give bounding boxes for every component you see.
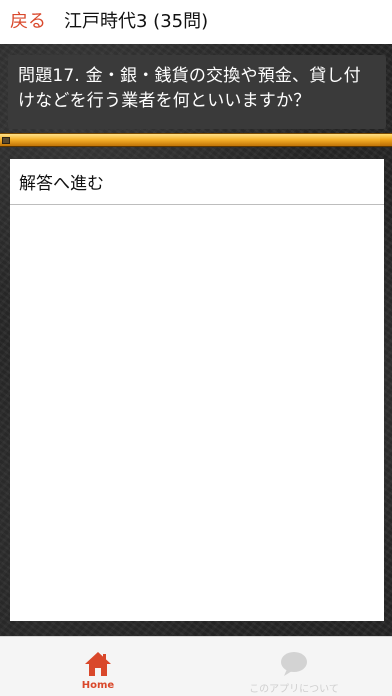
proceed-to-answer-label: 解答へ進む [19,174,104,194]
tab-about-label: このアプリについて [249,684,339,695]
app-screen: 戻る 江戸時代3 (35問) 問題17. 金・銀・銭貨の交換や預金、貸し付けなど… [0,0,392,696]
tab-home[interactable]: Home [0,637,196,696]
question-card: 問題17. 金・銀・銭貨の交換や預金、貸し付けなどを行う業者を何といいますか？ [8,55,386,129]
bottom-tab-bar: Home このアプリについて [0,636,392,696]
progress-fill [0,134,381,146]
answer-panel: 解答へ進む [10,159,384,621]
tab-home-label: Home [81,680,115,691]
progress-bar [0,133,392,147]
speech-bubble-icon [281,652,307,676]
back-button[interactable]: 戻る [10,0,46,44]
tab-about-app[interactable]: このアプリについて [196,637,392,696]
question-text: 問題17. 金・銀・銭貨の交換や預金、貸し付けなどを行う業者を何といいますか？ [18,66,361,111]
progress-knob [2,137,10,144]
home-icon [85,652,111,676]
page-title: 江戸時代3 (35問) [64,11,209,32]
header-bar: 戻る 江戸時代3 (35問) [0,0,392,44]
proceed-to-answer-button[interactable]: 解答へ進む [10,159,384,205]
